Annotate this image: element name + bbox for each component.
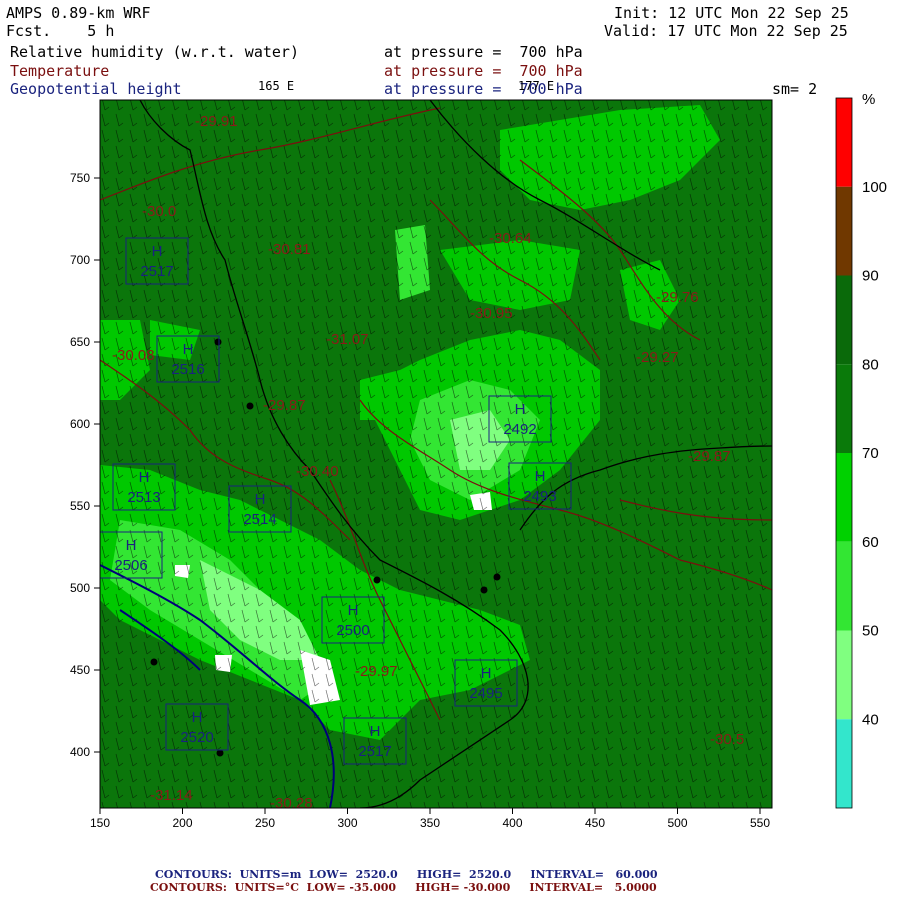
- map-plot: H 2517 H 2516 H 2513 H 2514 H 2506 H 2492 H 2493 H 2500…: [70, 91, 887, 830]
- high-value: 2493: [523, 488, 556, 505]
- colorbar-segment: [836, 186, 852, 276]
- high-letter: H: [139, 469, 150, 486]
- x-tick-label: 250: [255, 816, 275, 830]
- temperature-label: -29.87: [688, 448, 731, 465]
- high-letter: H: [192, 709, 203, 726]
- temperature-label: -30.95: [470, 305, 513, 322]
- high-value: 2514: [243, 511, 276, 528]
- temperature-label: -30.5: [710, 731, 744, 748]
- y-tick-label: 450: [70, 663, 90, 677]
- footer1-low: LOW= 2520.0: [309, 868, 398, 881]
- high-letter: H: [370, 723, 381, 740]
- temperature-label: -29.91: [195, 113, 238, 130]
- footer1-high: HIGH= 2520.0: [416, 868, 512, 881]
- temperature-label: -29.76: [656, 289, 699, 306]
- footer-temp: CONTOURS: UNITS=°C LOW= -35.000 HIGH= -3…: [150, 881, 657, 894]
- temperature-label: -29.27: [636, 349, 679, 366]
- high-value: 2506: [114, 557, 147, 574]
- colorbar-unit: %: [862, 91, 875, 108]
- high-value: 2520: [180, 729, 213, 746]
- footer1-units: UNITS=m: [239, 868, 302, 881]
- y-tick-label: 600: [70, 417, 90, 431]
- high-letter: H: [183, 341, 194, 358]
- y-axis-ticks: 750 700 650 600 550 500 450 400: [70, 171, 100, 759]
- footer2-high: HIGH= -30.000: [415, 881, 511, 894]
- y-tick-label: 650: [70, 335, 90, 349]
- colorbar: % 40 50 60 70 80 90 100: [835, 91, 887, 809]
- colorbar-level: 90: [862, 268, 879, 285]
- high-letter: H: [126, 537, 137, 554]
- temperature-label: -29.87: [263, 397, 306, 414]
- footer-geopot: CONTOURS: UNITS=m LOW= 2520.0 HIGH= 2520…: [155, 868, 658, 881]
- x-tick-label: 300: [337, 816, 357, 830]
- temperature-label: -30.08: [112, 347, 155, 364]
- high-value: 2492: [503, 421, 536, 438]
- colorbar-level: 40: [862, 711, 879, 728]
- x-tick-label: 350: [420, 816, 440, 830]
- colorbar-level: 60: [862, 534, 879, 551]
- temperature-label: -30.64: [489, 230, 532, 247]
- x-tick-label: 450: [585, 816, 605, 830]
- high-letter: H: [481, 665, 492, 682]
- colorbar-level: 70: [862, 445, 879, 462]
- high-letter: H: [515, 401, 526, 418]
- colorbar-segment: [836, 275, 852, 365]
- footer2-label: CONTOURS:: [150, 881, 227, 894]
- colorbar-level: 50: [862, 623, 879, 640]
- temperature-label: -30.81: [268, 241, 311, 258]
- y-tick-label: 550: [70, 499, 90, 513]
- temperature-label: -31.14: [150, 787, 193, 804]
- temperature-label: -30.40: [296, 463, 339, 480]
- y-tick-label: 500: [70, 581, 90, 595]
- footer2-interval: INTERVAL= 5.0000: [529, 881, 657, 894]
- high-value: 2513: [127, 489, 160, 506]
- y-tick-label: 750: [70, 171, 90, 185]
- colorbar-level: 100: [862, 179, 887, 196]
- high-value: 2517: [358, 743, 391, 760]
- colorbar-segment: [836, 453, 852, 542]
- high-value: 2495: [469, 685, 502, 702]
- colorbar-segment: [836, 719, 852, 808]
- x-axis-ticks: 150 200 250 300 350 400 450 500 550: [90, 808, 770, 830]
- high-letter: H: [535, 468, 546, 485]
- high-value: 2517: [140, 263, 173, 280]
- colorbar-segment: [836, 541, 852, 631]
- footer2-low: LOW= -35.000: [306, 881, 397, 894]
- x-tick-label: 150: [90, 816, 110, 830]
- temperature-label: -30.0: [142, 203, 176, 220]
- high-value: 2516: [171, 361, 204, 378]
- footer1-label: CONTOURS:: [155, 868, 232, 881]
- high-letter: H: [348, 602, 359, 619]
- x-tick-label: 400: [502, 816, 522, 830]
- x-tick-label: 500: [667, 816, 687, 830]
- high-letter: H: [255, 491, 266, 508]
- temperature-label: -30.28: [270, 795, 313, 812]
- y-tick-label: 700: [70, 253, 90, 267]
- colorbar-segment: [836, 364, 852, 453]
- x-tick-label: 200: [172, 816, 192, 830]
- footer2-units: UNITS=°C: [234, 881, 299, 894]
- high-value: 2500: [336, 622, 369, 639]
- temperature-label: -31.07: [326, 331, 369, 348]
- footer1-interval: INTERVAL= 60.000: [530, 868, 658, 881]
- temperature-label: -29.97: [355, 663, 398, 680]
- high-letter: H: [152, 243, 163, 260]
- colorbar-level: 80: [862, 356, 879, 373]
- colorbar-segment: [836, 98, 852, 187]
- colorbar-segment: [836, 630, 852, 720]
- y-tick-label: 400: [70, 745, 90, 759]
- x-tick-label: 550: [750, 816, 770, 830]
